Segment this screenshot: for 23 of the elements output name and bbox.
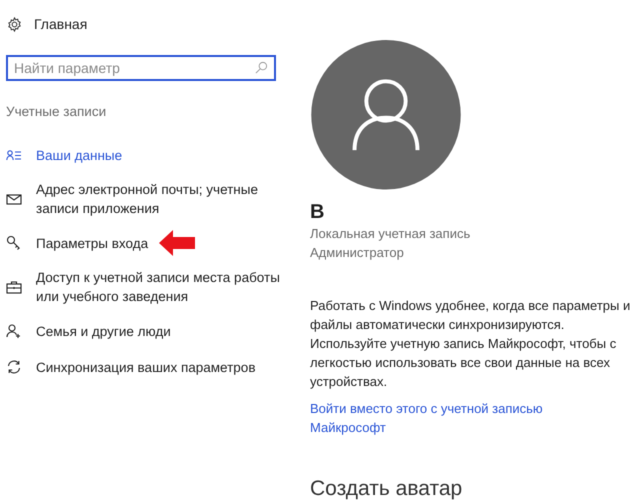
- pointer-arrow-icon: [159, 230, 195, 256]
- sync-message: Работать с Windows удобнее, когда все параметры и файлы автоматически синхронизируются. Используйте учетную запись Майкрософт, чтобы с легкостью использовать все свои данные на всех устройствах.: [310, 296, 632, 390]
- account-role: Администратор: [310, 244, 405, 262]
- search-field[interactable]: Найти параметр: [6, 55, 276, 81]
- nav-item[interactable]: Доступ к учетной записи места работы или учебного заведения: [36, 268, 291, 306]
- sync-icon: [6, 359, 22, 376]
- nav-item[interactable]: Ваши данные: [36, 146, 291, 165]
- nav-item[interactable]: Адрес электронной почты; учетные записи приложения: [36, 180, 291, 218]
- avatar-icon: [310, 40, 462, 190]
- person-add-icon: [6, 323, 22, 340]
- nav-item[interactable]: Синхронизация ваших параметров: [36, 358, 291, 377]
- search-icon[interactable]: [255, 61, 268, 74]
- section-title: Учетные записи: [6, 103, 108, 121]
- briefcase-icon: [6, 279, 22, 296]
- signin-link[interactable]: Войти вместо этого с учетной записью Майкрософт: [310, 398, 580, 436]
- nav-item[interactable]: Параметры входа: [36, 234, 291, 253]
- settings-icon[interactable]: [7, 16, 22, 32]
- key-icon: [6, 235, 22, 252]
- account-name: B: [310, 200, 326, 224]
- nav-item[interactable]: Семья и другие люди: [36, 322, 291, 341]
- account-type: Локальная учетная запись: [310, 224, 472, 242]
- home-link[interactable]: Главная: [34, 14, 88, 34]
- section-heading: Создать аватар: [310, 476, 464, 502]
